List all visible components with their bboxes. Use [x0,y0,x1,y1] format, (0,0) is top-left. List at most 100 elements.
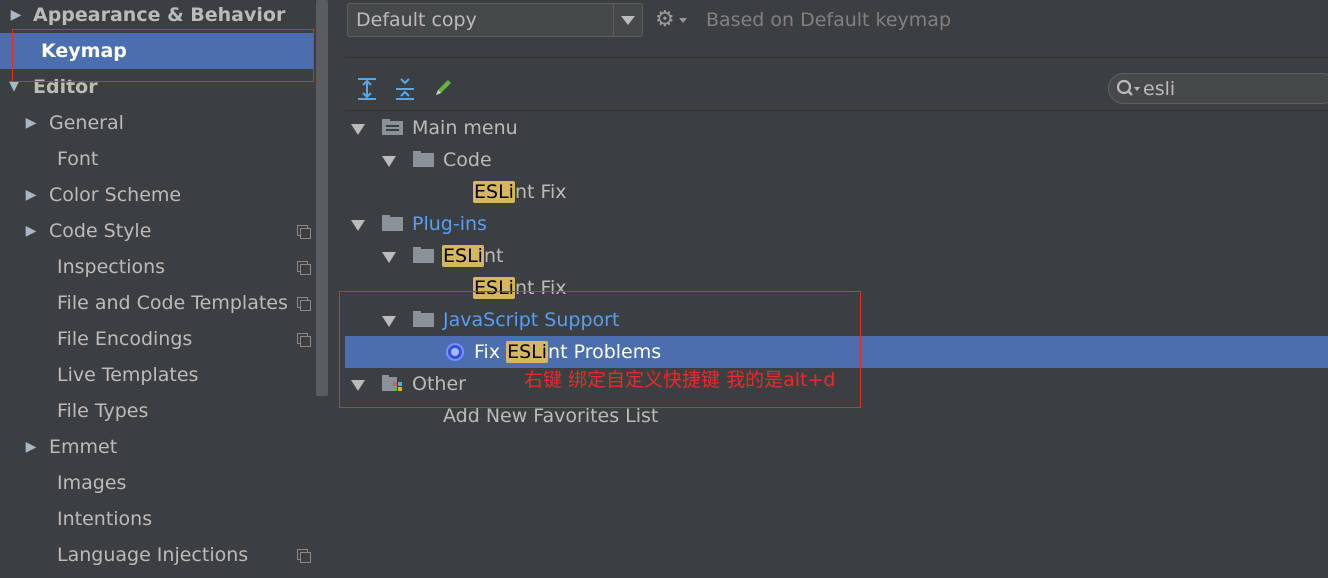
tree-row-main-menu[interactable]: Main menu [345,112,1328,144]
search-input[interactable] [1143,76,1323,101]
search-match-highlight: ESLi [506,341,549,363]
project-copy-icon [297,261,311,275]
tree-row-label: Fix ESLint Problems [474,336,661,368]
sidebar-item-label: Images [57,472,127,494]
tree-row-label-prefix: Fix [474,341,507,363]
other-folder-icon [382,375,402,391]
tree-row-label: Plug-ins [412,213,487,235]
expand-all-button[interactable] [355,76,379,102]
action-icon [446,343,464,361]
collapse-all-icon [396,78,414,100]
search-match-highlight: ESLi [442,245,484,267]
sidebar-item-label: Live Templates [57,364,199,386]
toolbar-separator [345,57,1328,58]
keymap-settings-button[interactable]: ⚙ [655,8,689,32]
project-copy-icon [297,549,311,563]
sidebar-item-label: Intentions [57,508,153,530]
project-copy-icon [297,297,311,311]
folder-icon [413,311,434,327]
search-icon[interactable] [1115,78,1141,100]
chevron-right-icon[interactable]: ▶ [9,0,23,33]
collapse-all-button[interactable] [393,76,417,102]
based-on-label: Based on Default keymap [706,9,952,31]
sidebar-item-label: Appearance & Behavior [33,4,286,26]
chevron-right-icon[interactable]: ▶ [24,429,38,465]
expand-all-icon [358,78,376,100]
sidebar-item-inspections[interactable]: Inspections [0,249,314,285]
sidebar-scrollbar-thumb[interactable] [316,0,328,396]
chevron-down-icon[interactable] [382,252,396,263]
tree-row-javascript-support[interactable]: JavaScript Support [345,304,1328,336]
sidebar-item-language-injections[interactable]: Language Injections [0,537,314,573]
tree-row-plug-ins[interactable]: Plug-ins [345,208,1328,240]
sidebar-item-images[interactable]: Images [0,465,314,501]
chevron-down-icon [679,18,687,23]
tree-row-label: ESLint [442,240,503,272]
keymap-panel: Default copy ⚙ Based on Default keymap e… [339,0,1328,578]
tree-row-label-rest: nt Fix [514,277,567,299]
chevron-down-icon[interactable] [351,124,365,135]
sidebar-item-emmet[interactable]: ▶ Emmet [0,429,314,465]
sidebar-item-editor[interactable]: ▼ Editor [0,69,314,105]
panel-divider[interactable] [329,0,345,578]
chevron-down-icon[interactable] [382,316,396,327]
tree-row-label-rest: nt [483,245,504,267]
folder-icon [413,247,434,263]
chevron-right-icon[interactable]: ▶ [24,213,38,249]
tree-row-label: ESLint Fix [473,272,567,304]
sidebar-item-file-types[interactable]: File Types [0,393,314,429]
chevron-down-icon [621,16,635,25]
gear-icon: ⚙ [655,7,675,32]
search-field[interactable] [1108,73,1328,104]
sidebar-item-label: Keymap [41,40,127,62]
search-match-highlight: ESLi [473,181,515,203]
edit-shortcut-button[interactable] [431,76,455,102]
sidebar-item-keymap[interactable]: Keymap [0,33,314,69]
sidebar-item-code-style[interactable]: ▶ Code Style [0,213,314,249]
tree-row-label: JavaScript Support [443,309,620,331]
sidebar-item-label: General [49,112,124,134]
menu-folder-icon [382,119,403,135]
sidebar-item-label: File Encodings [57,328,193,350]
chevron-right-icon[interactable]: ▶ [24,177,38,213]
tree-row-label-rest: nt Problems [548,341,662,363]
sidebar-item-general[interactable]: ▶ General [0,105,314,141]
sidebar-item-intentions[interactable]: Intentions [0,501,314,537]
tree-row-add-favorites[interactable]: Add New Favorites List [345,400,1328,432]
sidebar-scrollbar[interactable] [315,0,329,578]
project-copy-icon [297,333,311,347]
tree-row-label: ESLint Fix [473,176,567,208]
sidebar-item-label: Code Style [49,220,152,242]
tree-row-eslint-group[interactable]: ESLint [345,240,1328,272]
tree-row-eslint-fix[interactable]: ESLint Fix [345,272,1328,304]
search-match-highlight: ESLi [473,277,515,299]
sidebar-item-live-templates[interactable]: Live Templates [0,357,314,393]
sidebar-item-label: Inspections [57,256,166,278]
tree-row-code[interactable]: Code [345,144,1328,176]
sidebar-item-color-scheme[interactable]: ▶ Color Scheme [0,177,314,213]
keymap-select-value: Default copy [356,9,477,31]
chevron-right-icon[interactable]: ▶ [24,105,38,141]
tree-row-label: Code [443,149,492,171]
chevron-down-icon[interactable] [351,220,365,231]
sidebar-item-file-code-templates[interactable]: File and Code Templates [0,285,314,321]
chevron-down-icon[interactable] [382,156,396,167]
sidebar-item-label: Font [57,148,99,170]
chevron-down-icon[interactable] [351,380,365,391]
tree-separator [345,110,1328,111]
tree-row-eslint-fix[interactable]: ESLint Fix [345,176,1328,208]
keymap-select[interactable]: Default copy [347,3,643,37]
sidebar-item-appearance-behavior[interactable]: ▶ Appearance & Behavior [0,0,314,33]
folder-icon [382,215,403,231]
keymap-dropdown-button[interactable] [613,4,642,36]
chevron-down-icon[interactable]: ▼ [7,69,21,105]
pencil-icon [436,80,451,95]
sidebar-item-font[interactable]: Font [0,141,314,177]
sidebar-item-file-encodings[interactable]: File Encodings [0,321,314,357]
tree-row-other[interactable]: Other [345,368,1328,400]
sidebar-item-label: File and Code Templates [57,292,288,314]
sidebar-item-label: Color Scheme [49,184,182,206]
tree-row-label: Main menu [412,117,518,139]
tree-row-fix-eslint-problems[interactable]: Fix ESLint Problems [345,336,1328,368]
sidebar-item-label: Emmet [49,436,118,458]
